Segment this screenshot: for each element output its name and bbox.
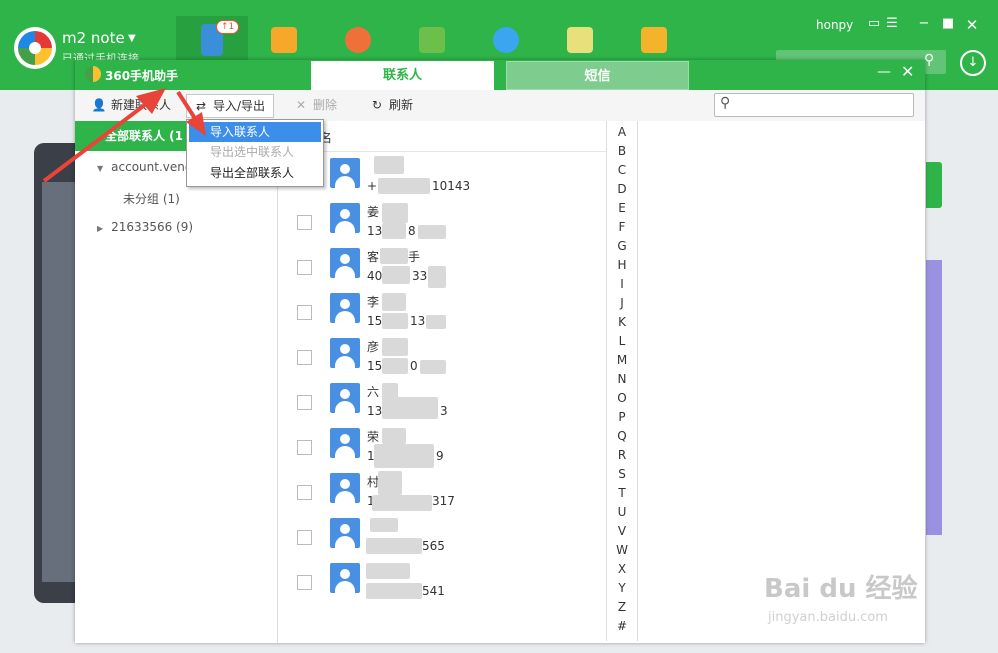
annotation-arrow-line-1 (42, 102, 148, 183)
annotation-arrowhead-2 (186, 112, 206, 136)
annotation-arrow-line-2 (176, 90, 198, 122)
annotation-arrows (42, 88, 206, 183)
baidu-watermark-url: jingyan.baidu.com (768, 610, 888, 625)
baidu-watermark-logo: Bai du 经验 (764, 574, 918, 604)
